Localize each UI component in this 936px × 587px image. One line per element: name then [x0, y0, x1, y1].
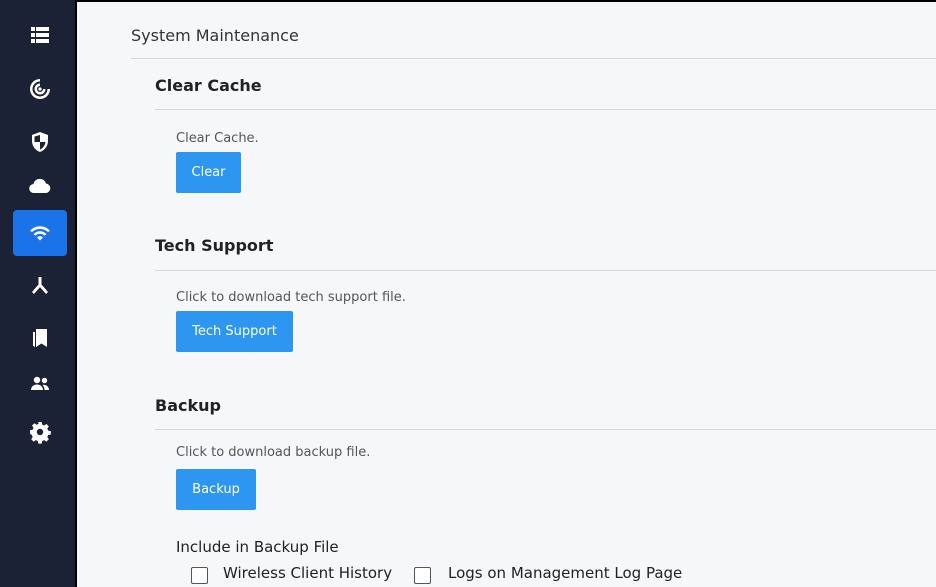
- main-content: System Maintenance Clear Cache Clear Cac…: [77, 2, 936, 587]
- wifi-icon: [30, 226, 50, 241]
- clear-button[interactable]: Clear: [176, 152, 241, 193]
- management-log-label[interactable]: Logs on Management Log Page: [448, 564, 682, 582]
- sidebar-item-settings[interactable]: [13, 409, 67, 455]
- gear-icon: [30, 422, 51, 444]
- sidebar-item-users[interactable]: [13, 361, 67, 407]
- sidebar-item-bookmarks[interactable]: [13, 315, 67, 361]
- management-log-checkbox[interactable]: [414, 567, 431, 584]
- sidebar-item-radar[interactable]: [13, 66, 67, 112]
- tech-support-heading: Tech Support: [155, 236, 274, 255]
- users-icon: [31, 376, 49, 390]
- sidebar-item-cloud[interactable]: [13, 163, 67, 209]
- sidebar-item-wireless[interactable]: [13, 210, 67, 256]
- clear-cache-heading: Clear Cache: [155, 76, 262, 95]
- clear-cache-hint: Clear Cache.: [176, 131, 259, 146]
- sidebar-item-list[interactable]: [13, 12, 67, 58]
- sidebar-item-security[interactable]: [13, 119, 67, 165]
- shield-icon: [32, 132, 48, 152]
- radar-icon: [30, 79, 50, 99]
- tech-support-button[interactable]: Tech Support: [176, 311, 293, 352]
- sidebar-item-topology[interactable]: [13, 263, 67, 309]
- wireless-client-history-checkbox[interactable]: [191, 567, 208, 584]
- clear-cache-divider: [155, 109, 936, 110]
- include-in-backup-label: Include in Backup File: [176, 538, 339, 556]
- title-divider: [131, 58, 936, 59]
- cloud-icon: [29, 178, 51, 194]
- tech-support-hint: Click to download tech support file.: [176, 290, 406, 305]
- backup-heading: Backup: [155, 396, 221, 415]
- backup-divider: [155, 429, 936, 430]
- backup-button[interactable]: Backup: [176, 469, 256, 510]
- wireless-client-history-label[interactable]: Wireless Client History: [223, 564, 392, 582]
- sidebar: [0, 0, 75, 587]
- tech-support-divider: [155, 270, 936, 271]
- bookmarks-icon: [33, 329, 47, 347]
- backup-hint: Click to download backup file.: [176, 445, 371, 460]
- network-icon: [32, 277, 48, 294]
- page-title: System Maintenance: [131, 26, 299, 45]
- list-icon: [31, 27, 49, 43]
